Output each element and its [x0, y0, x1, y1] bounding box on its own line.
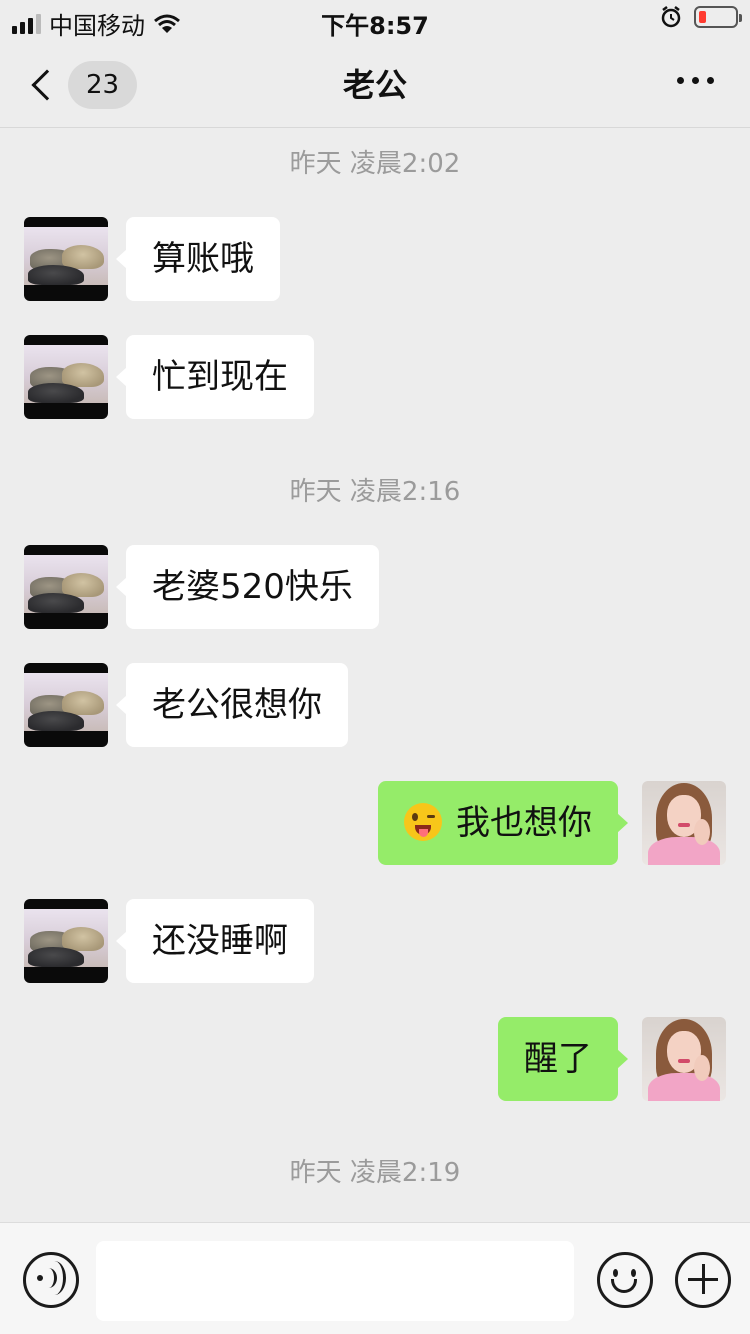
message-bubble-sent[interactable]: 我也想你: [378, 781, 628, 865]
tongue-wink-emoji-icon: [404, 802, 442, 841]
emoji-icon[interactable]: [597, 1252, 653, 1308]
chat-title: 老公: [342, 66, 407, 104]
timestamp: 昨天 凌晨2:16: [289, 477, 461, 507]
plus-icon[interactable]: [675, 1252, 731, 1308]
message-text: 我也想你: [456, 803, 592, 843]
input-bar: [0, 1222, 750, 1334]
message-bubble-sent[interactable]: 醒了: [498, 1017, 628, 1101]
contact-avatar[interactable]: [24, 663, 108, 747]
message-bubble-received[interactable]: 还没睡啊: [116, 899, 314, 983]
timestamp: 昨天 凌晨2:19: [289, 1158, 461, 1188]
more-icon[interactable]: [677, 77, 714, 84]
contact-avatar[interactable]: [24, 545, 108, 629]
message-bubble-received[interactable]: 算账哦: [116, 217, 280, 301]
contact-avatar[interactable]: [24, 899, 108, 983]
contact-avatar[interactable]: [24, 335, 108, 419]
my-avatar[interactable]: [642, 1017, 726, 1101]
status-bar: 中国移动 下午8:57: [0, 0, 750, 40]
message-bubble-received[interactable]: 忙到现在: [116, 335, 314, 419]
status-right: [660, 6, 742, 28]
timestamp: 昨天 凌晨2:02: [289, 149, 461, 179]
battery-icon: [694, 6, 742, 28]
contact-avatar[interactable]: [24, 217, 108, 301]
status-time: 下午8:57: [321, 12, 429, 40]
message-input[interactable]: [96, 1241, 574, 1321]
alarm-icon: [661, 6, 681, 28]
message-bubble-received[interactable]: 老公很想你: [116, 663, 348, 747]
nav-bar: 23 老公: [0, 40, 750, 128]
my-avatar[interactable]: [642, 781, 726, 865]
message-bubble-received[interactable]: 老婆520快乐: [116, 545, 379, 629]
voice-icon[interactable]: [23, 1252, 79, 1308]
